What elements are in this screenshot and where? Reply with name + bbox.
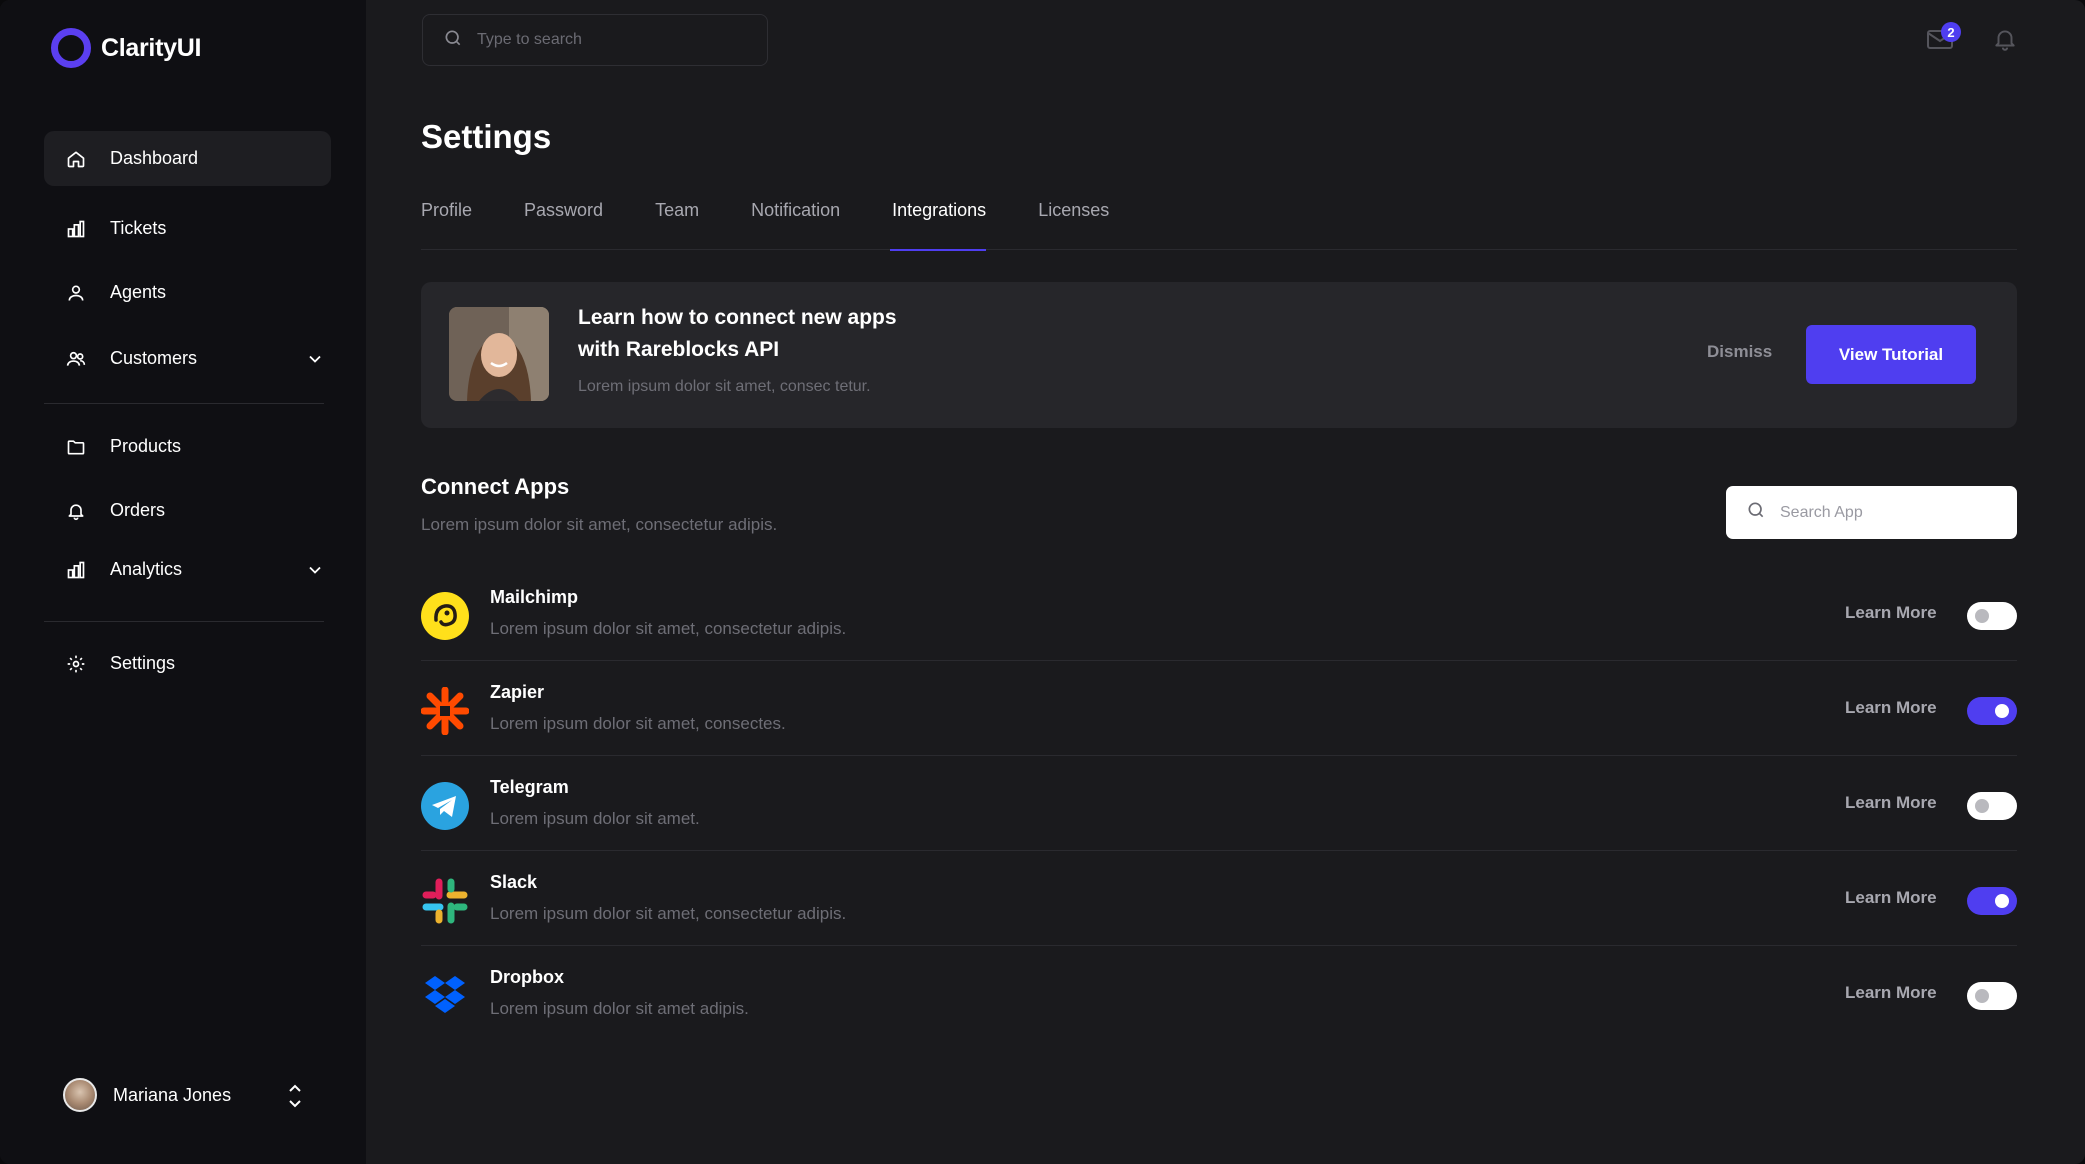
main-content: 2 Settings Profile Password Team Notific… [366, 0, 2085, 1164]
search-icon [443, 28, 463, 53]
sidebar-divider [44, 621, 324, 622]
logo-text: ClarityUI [101, 33, 202, 62]
list-item: Telegram Lorem ipsum dolor sit amet. Lea… [421, 756, 2017, 851]
app-description: Lorem ipsum dolor sit amet, consectetur … [490, 619, 847, 638]
logo[interactable]: ClarityUI [51, 28, 201, 68]
slack-toggle[interactable] [1967, 887, 2017, 915]
app-name: Mailchimp [490, 587, 579, 607]
slack-icon [421, 877, 469, 925]
zapier-toggle[interactable] [1967, 697, 2017, 725]
section-title: Connect Apps [421, 474, 570, 499]
sidebar-item-label: Dashboard [110, 148, 199, 168]
learn-more-link[interactable]: Learn More [1845, 793, 1937, 813]
tab-team[interactable]: Team [655, 196, 699, 250]
tab-password[interactable]: Password [524, 196, 603, 250]
sidebar-item-label: Tickets [110, 218, 167, 238]
toggle-knob [1975, 799, 1989, 813]
tutorial-banner: Learn how to connect new apps with Rareb… [421, 282, 2017, 428]
telegram-toggle[interactable] [1967, 792, 2017, 820]
chevron-down-icon [305, 349, 325, 369]
zapier-icon [421, 687, 469, 735]
dropbox-icon [421, 972, 469, 1020]
notifications-button[interactable] [1990, 26, 2020, 56]
logo-ring-icon [51, 28, 91, 68]
toggle-knob [1995, 894, 2009, 908]
sidebar-item-customers[interactable]: Customers [44, 331, 331, 386]
dropbox-toggle[interactable] [1967, 982, 2017, 1010]
banner-photo [449, 307, 549, 401]
tab-notification[interactable]: Notification [751, 196, 840, 250]
sidebar-item-label: Customers [110, 348, 198, 368]
home-icon [64, 147, 88, 171]
app-name: Telegram [490, 777, 569, 797]
notification-badge: 2 [1941, 22, 1961, 42]
sidebar-item-label: Orders [110, 500, 166, 520]
view-tutorial-button[interactable]: View Tutorial [1806, 325, 1976, 384]
search-app-input[interactable] [1780, 503, 2000, 522]
mailchimp-icon [421, 592, 469, 640]
user-icon [64, 281, 88, 305]
toggle-knob [1975, 609, 1989, 623]
settings-tabs: Profile Password Team Notification Integ… [421, 196, 2017, 251]
app-search[interactable] [1726, 486, 2017, 539]
banner-subtitle: Lorem ipsum dolor sit amet, consec tetur… [578, 378, 871, 395]
search-input[interactable] [477, 31, 737, 49]
app-description: Lorem ipsum dolor sit amet, consectes. [490, 714, 786, 733]
chevron-up-down-icon[interactable] [285, 1080, 305, 1112]
list-item: Slack Lorem ipsum dolor sit amet, consec… [421, 851, 2017, 946]
list-item: Zapier Lorem ipsum dolor sit amet, conse… [421, 661, 2017, 756]
bell-icon [64, 499, 88, 523]
bar-chart-icon [64, 217, 88, 241]
tab-integrations[interactable]: Integrations [890, 196, 987, 251]
app-name: Slack [490, 872, 538, 892]
toggle-knob [1975, 989, 1989, 1003]
sidebar: ClarityUI Dashboard Tickets Agents Custo [0, 0, 366, 1164]
avatar [63, 1078, 97, 1112]
bar-chart-icon [64, 558, 88, 582]
page-title: Settings [421, 118, 552, 155]
mail-button[interactable]: 2 [1925, 22, 1961, 56]
sidebar-item-agents[interactable]: Agents [44, 265, 331, 320]
bell-icon [1992, 26, 2018, 57]
banner-title: Learn how to connect new apps with Rareb… [578, 306, 897, 361]
toggle-knob [1995, 704, 2009, 718]
sidebar-item-analytics[interactable]: Analytics [44, 542, 331, 597]
sidebar-item-dashboard[interactable]: Dashboard [44, 131, 331, 186]
learn-more-link[interactable]: Learn More [1845, 983, 1937, 1003]
mailchimp-toggle[interactable] [1967, 602, 2017, 630]
app-name: Dropbox [490, 967, 564, 987]
search-icon [1746, 500, 1766, 525]
sidebar-item-label: Analytics [110, 559, 183, 579]
list-item: Dropbox Lorem ipsum dolor sit amet adipi… [421, 946, 2017, 1041]
app-description: Lorem ipsum dolor sit amet adipis. [490, 999, 749, 1018]
learn-more-link[interactable]: Learn More [1845, 888, 1937, 908]
tab-profile[interactable]: Profile [421, 196, 472, 250]
user-menu[interactable]: Mariana Jones [63, 1078, 323, 1112]
learn-more-link[interactable]: Learn More [1845, 698, 1937, 718]
learn-more-link[interactable]: Learn More [1845, 603, 1937, 623]
app-description: Lorem ipsum dolor sit amet. [490, 809, 700, 828]
telegram-icon [421, 782, 469, 830]
folder-icon [64, 435, 88, 459]
tab-licenses[interactable]: Licenses [1038, 196, 1109, 250]
dismiss-button[interactable]: Dismiss [1707, 342, 1772, 362]
sidebar-item-orders[interactable]: Orders [44, 483, 331, 538]
sidebar-item-tickets[interactable]: Tickets [44, 201, 331, 256]
sidebar-item-label: Products [110, 436, 182, 456]
app-name: Zapier [490, 682, 545, 702]
user-name: Mariana Jones [113, 1084, 232, 1105]
global-search[interactable] [422, 14, 768, 66]
app-window: ClarityUI Dashboard Tickets Agents Custo [0, 0, 2085, 1164]
section-subtitle: Lorem ipsum dolor sit amet, consectetur … [421, 515, 778, 534]
gear-icon [64, 652, 88, 676]
users-icon [64, 347, 88, 371]
chevron-down-icon [305, 560, 325, 580]
app-description: Lorem ipsum dolor sit amet, consectetur … [490, 904, 847, 923]
sidebar-item-label: Settings [110, 653, 176, 673]
sidebar-item-products[interactable]: Products [44, 419, 331, 474]
sidebar-item-settings[interactable]: Settings [44, 636, 331, 691]
sidebar-divider [44, 403, 324, 404]
sidebar-item-label: Agents [110, 282, 167, 302]
list-item: Mailchimp Lorem ipsum dolor sit amet, co… [421, 566, 2017, 661]
